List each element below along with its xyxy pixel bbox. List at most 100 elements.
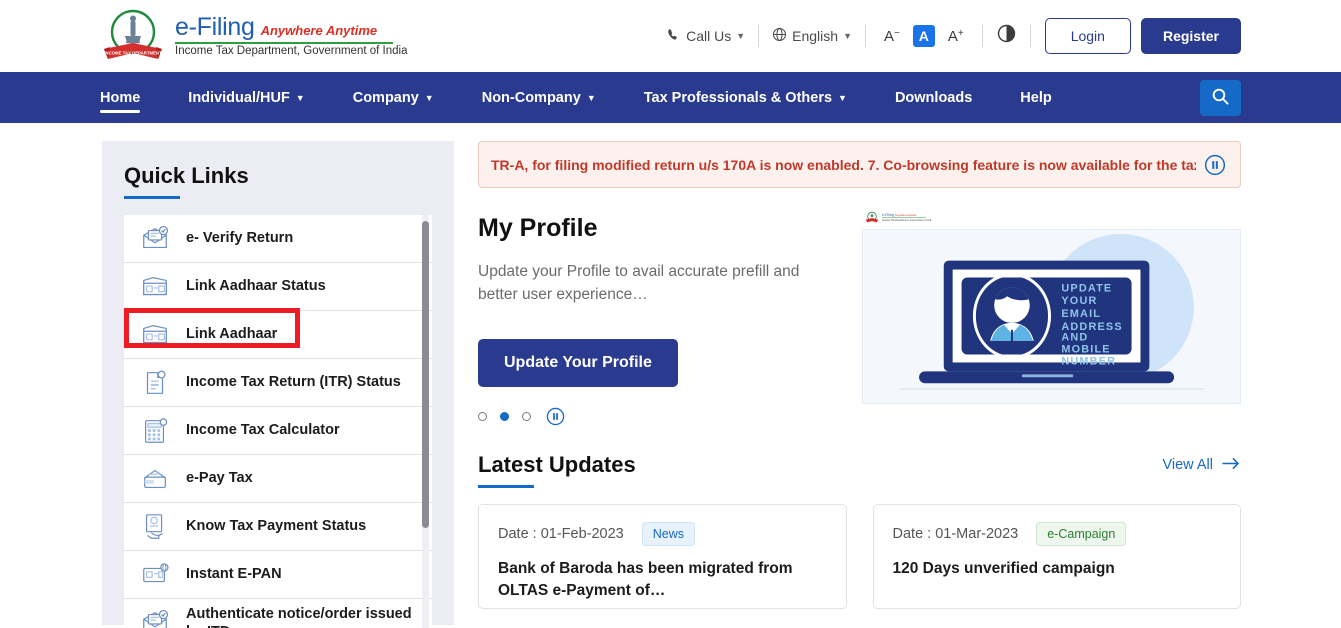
profile-text-block: My Profile Update your Profile to avail … — [478, 210, 838, 426]
svg-text:UPDATE: UPDATE — [1061, 282, 1112, 294]
status-badge: News — [641, 521, 696, 546]
carousel-dot-1[interactable] — [478, 411, 487, 421]
department-name: Income Tax Department, Government of Ind… — [175, 44, 408, 57]
quick-link-label: Instant E-PAN — [186, 566, 282, 583]
pan-card-icon — [140, 560, 170, 590]
language-selector[interactable]: English ▼ — [759, 27, 865, 45]
promo-illustration: UPDATE YOUR EMAIL ADDRESS AND MOBILE NUM… — [862, 229, 1241, 404]
status-badge: e-Campaign — [1036, 521, 1127, 546]
font-increase-button[interactable]: A + — [939, 28, 973, 44]
contrast-toggle-button[interactable] — [983, 24, 1030, 48]
promo-mini-logo: e-Filing Anywhere Anytime Income Tax Dep… — [862, 210, 1241, 224]
quick-link-know-tax-payment-status[interactable]: Know Tax Payment Status — [124, 503, 432, 551]
view-all-updates-link[interactable]: View All — [1162, 452, 1241, 474]
quick-link-label: Link Aadhaar — [186, 326, 278, 343]
quick-link-instant-e-pan[interactable]: Instant E-PAN — [124, 551, 432, 599]
quick-links-panel: Quick Links e- Verify Return Link Aadhaa… — [102, 141, 454, 628]
id-card-icon — [140, 272, 170, 302]
search-button[interactable] — [1200, 79, 1241, 116]
font-decrease-button[interactable]: A − — [875, 28, 909, 44]
national-emblem-icon: सत्यमेव जयते INCOME TAX DEPARTMENT — [100, 7, 166, 65]
view-all-label: View All — [1162, 457, 1213, 473]
card-meta: Date : 01-Feb-2023 News — [498, 521, 827, 546]
carousel-controls — [478, 407, 838, 426]
brand-tagline: Anywhere Anytime — [260, 22, 378, 38]
profile-image-block: e-Filing Anywhere Anytime Income Tax Dep… — [862, 210, 1241, 426]
nav-item-tax-professionals[interactable]: Tax Professionals & Others ▼ — [620, 72, 871, 123]
quick-link-link-aadhaar[interactable]: Link Aadhaar — [124, 311, 432, 359]
nav-item-non-company[interactable]: Non-Company ▼ — [458, 72, 620, 123]
document-icon — [140, 368, 170, 398]
quick-link-label: Link Aadhaar Status — [186, 278, 326, 295]
profile-description: Update your Profile to avail accurate pr… — [478, 263, 800, 304]
nav-item-individual-huf[interactable]: Individual/HUF ▼ — [164, 72, 328, 123]
quick-link-income-tax-calculator[interactable]: Income Tax Calculator — [124, 407, 432, 455]
quick-link-label: Authenticate notice/order issued by ITD — [186, 605, 412, 628]
nav-item-downloads[interactable]: Downloads — [871, 72, 996, 123]
quick-link-label: Income Tax Return (ITR) Status — [186, 374, 401, 391]
register-button[interactable]: Register — [1140, 18, 1241, 54]
nav-item-help[interactable]: Help — [996, 72, 1075, 123]
latest-updates-title: Latest Updates — [478, 451, 636, 477]
wallet-icon — [140, 464, 170, 494]
quick-link-link-aadhaar-status[interactable]: Link Aadhaar Status — [124, 263, 432, 311]
svg-text:Anywhere Anytime: Anywhere Anytime — [895, 213, 917, 217]
efiling-wordmark: e-Filing — [175, 12, 255, 41]
scrollbar-thumb[interactable] — [422, 221, 429, 528]
announcement-ticker: TR-A, for filing modified return u/s 170… — [478, 141, 1241, 188]
nav-item-home[interactable]: Home — [100, 72, 164, 123]
chevron-down-icon: ▼ — [424, 92, 434, 103]
quick-link-authenticate-notice[interactable]: Authenticate notice/order issued by ITD — [124, 599, 432, 628]
quick-link-label: Income Tax Calculator — [186, 422, 340, 439]
svg-text:MOBILE: MOBILE — [1061, 344, 1110, 356]
quick-link-e-pay-tax[interactable]: e-Pay Tax — [124, 455, 432, 503]
font-size-controls: A − A A + — [866, 25, 982, 47]
profile-carousel-slide: My Profile Update your Profile to avail … — [478, 210, 1241, 426]
main-navigation: Home Individual/HUF ▼ Company ▼ Non-Comp… — [0, 72, 1341, 123]
carousel-dot-2[interactable] — [500, 411, 509, 421]
update-date: Date : 01-Mar-2023 — [892, 525, 1019, 542]
site-logo[interactable]: सत्यमेव जयते INCOME TAX DEPARTMENT e-Fil… — [100, 7, 407, 65]
quick-link-itr-status[interactable]: Income Tax Return (ITR) Status — [124, 359, 432, 407]
ticker-pause-button[interactable] — [1204, 154, 1226, 176]
profile-title: My Profile — [478, 214, 598, 242]
chevron-down-icon: ▼ — [736, 31, 746, 41]
main-column: TR-A, for filing modified return u/s 170… — [478, 141, 1241, 625]
envelope-check-icon — [140, 224, 170, 254]
svg-text:YOUR: YOUR — [1061, 295, 1097, 307]
nav-item-company[interactable]: Company ▼ — [329, 72, 458, 123]
globe-icon — [772, 27, 787, 45]
update-card[interactable]: Date : 01-Mar-2023 e-Campaign 120 Days u… — [872, 503, 1241, 609]
call-us-menu[interactable]: Call Us ▼ — [654, 28, 758, 45]
update-card[interactable]: Date : 01-Feb-2023 News Bank of Baroda h… — [478, 503, 847, 609]
arrow-right-icon — [1222, 457, 1241, 474]
divider — [1029, 25, 1031, 47]
quick-link-label: e- Verify Return — [186, 230, 294, 247]
card-meta: Date : 01-Mar-2023 e-Campaign — [892, 521, 1222, 546]
hand-receipt-icon — [140, 512, 170, 542]
quick-link-e-verify-return[interactable]: e- Verify Return — [124, 215, 432, 263]
language-label: English — [792, 28, 839, 44]
update-profile-button[interactable]: Update Your Profile — [478, 338, 678, 387]
font-normal-button[interactable]: A — [912, 25, 935, 47]
svg-text:EMAIL: EMAIL — [1061, 308, 1101, 320]
title-underline — [478, 484, 534, 488]
login-button[interactable]: Login — [1044, 18, 1131, 54]
chevron-down-icon: ▼ — [843, 31, 852, 41]
contrast-icon — [997, 24, 1016, 48]
search-icon — [1211, 87, 1230, 109]
svg-text:Income Tax Department, Governm: Income Tax Department, Government of Ind… — [882, 219, 931, 222]
svg-text:NUMBER: NUMBER — [1061, 355, 1116, 367]
chevron-down-icon: ▼ — [295, 92, 305, 103]
latest-updates-header: Latest Updates View All — [478, 452, 1241, 488]
calculator-icon — [140, 416, 170, 446]
svg-text:AND: AND — [1061, 332, 1088, 344]
brand-divider — [175, 41, 393, 44]
quick-links-list: e- Verify Return Link Aadhaar Status Lin… — [124, 215, 432, 628]
quick-link-label: Know Tax Payment Status — [186, 518, 367, 535]
carousel-pause-button[interactable] — [546, 407, 565, 426]
carousel-dot-3[interactable] — [522, 411, 531, 421]
page-content: Quick Links e- Verify Return Link Aadhaa… — [0, 123, 1341, 628]
efiling-portal-page: सत्यमेव जयते INCOME TAX DEPARTMENT e-Fil… — [0, 0, 1341, 628]
chevron-down-icon: ▼ — [838, 92, 847, 103]
